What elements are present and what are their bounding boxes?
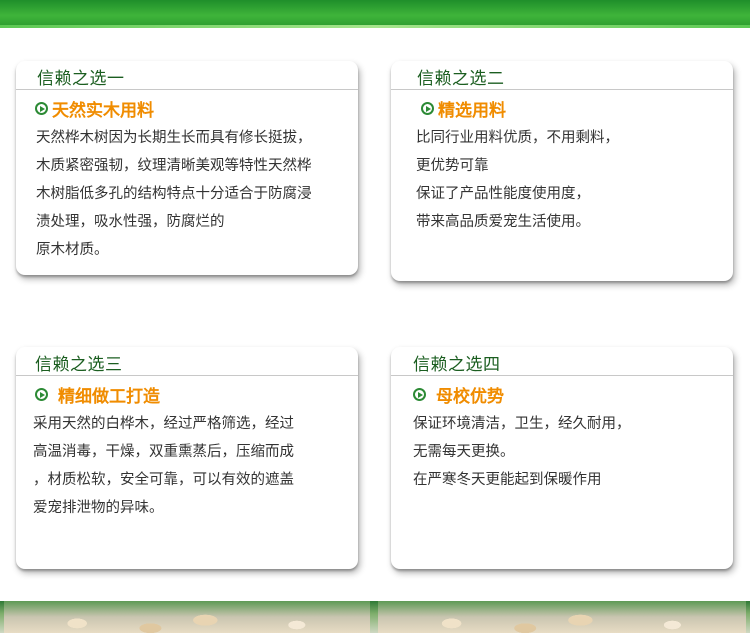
body-line: 渍处理，吸水性强，防腐烂的 <box>36 214 225 230</box>
card-subtitle: 精细做工打造 <box>35 382 160 407</box>
card-choice-1: 信赖之选一 天然实木用料 天然桦木树因为长期生长而具有修长挺拔， 木质紧密强韧，… <box>16 61 358 275</box>
circle-arrow-icon <box>421 102 434 115</box>
card-subtitle: 天然实木用料 <box>35 96 154 121</box>
body-line: 更优势可靠 <box>416 158 489 174</box>
card-subtitle-text: 天然实木用料 <box>52 101 154 121</box>
divider <box>391 375 733 376</box>
bottom-photo-strip <box>0 601 750 633</box>
body-line: 原木材质。 <box>36 242 109 258</box>
divider <box>16 375 358 376</box>
body-line: 保证环境清洁，卫生，经久耐用， <box>413 416 631 432</box>
card-title: 信赖之选三 <box>35 355 123 375</box>
circle-arrow-icon <box>413 388 426 401</box>
body-line: 带来高品质爱宠生活使用。 <box>416 214 590 230</box>
card-title: 信赖之选四 <box>413 355 501 375</box>
top-green-band <box>0 0 750 28</box>
divider <box>16 89 358 90</box>
body-line: 比同行业用料优质，不用剩料， <box>416 130 619 146</box>
card-body: 保证环境清洁，卫生，经久耐用， 无需每天更换。 在严寒冬天更能起到保暖作用 <box>413 410 721 494</box>
wood-shavings-photo-right <box>378 601 746 633</box>
body-line: ，材质松软，安全可靠，可以有效的遮盖 <box>33 472 294 488</box>
card-subtitle-text: 精选用料 <box>438 101 506 121</box>
circle-arrow-icon <box>35 102 48 115</box>
body-line: 在严寒冬天更能起到保暖作用 <box>413 472 602 488</box>
body-line: 爱宠排泄物的异味。 <box>33 500 164 516</box>
card-choice-2: 信赖之选二 精选用料 比同行业用料优质，不用剩料， 更优势可靠 保证了产品性能度… <box>391 61 733 281</box>
card-title: 信赖之选二 <box>417 69 505 89</box>
wood-shavings-photo-left <box>4 601 370 633</box>
body-line: 高温消毒，干燥，双重熏蒸后，压缩而成 <box>33 444 294 460</box>
card-subtitle: 精选用料 <box>421 96 506 121</box>
circle-arrow-icon <box>35 388 48 401</box>
divider <box>391 89 733 90</box>
card-subtitle-text: 母校优势 <box>436 387 504 407</box>
card-subtitle-text: 精细做工打造 <box>58 387 160 407</box>
card-choice-4: 信赖之选四 母校优势 保证环境清洁，卫生，经久耐用， 无需每天更换。 在严寒冬天… <box>391 347 733 569</box>
card-subtitle: 母校优势 <box>413 382 504 407</box>
body-line: 天然桦木树因为长期生长而具有修长挺拔， <box>36 130 312 146</box>
body-line: 保证了产品性能度使用度， <box>416 186 590 202</box>
card-body: 天然桦木树因为长期生长而具有修长挺拔， 木质紧密强韧，纹理清晰美观等特性天然桦 … <box>36 124 346 264</box>
body-line: 无需每天更换。 <box>413 444 515 460</box>
card-choice-3: 信赖之选三 精细做工打造 采用天然的白桦木，经过严格筛选，经过 高温消毒，干燥，… <box>16 347 358 569</box>
card-body: 比同行业用料优质，不用剩料， 更优势可靠 保证了产品性能度使用度， 带来高品质爱… <box>416 124 721 236</box>
body-line: 木树脂低多孔的结构特点十分适合于防腐浸 <box>36 186 312 202</box>
body-line: 木质紧密强韧，纹理清晰美观等特性天然桦 <box>36 158 312 174</box>
body-line: 采用天然的白桦木，经过严格筛选，经过 <box>33 416 294 432</box>
card-title: 信赖之选一 <box>37 69 125 89</box>
card-body: 采用天然的白桦木，经过严格筛选，经过 高温消毒，干燥，双重熏蒸后，压缩而成 ，材… <box>33 410 346 522</box>
